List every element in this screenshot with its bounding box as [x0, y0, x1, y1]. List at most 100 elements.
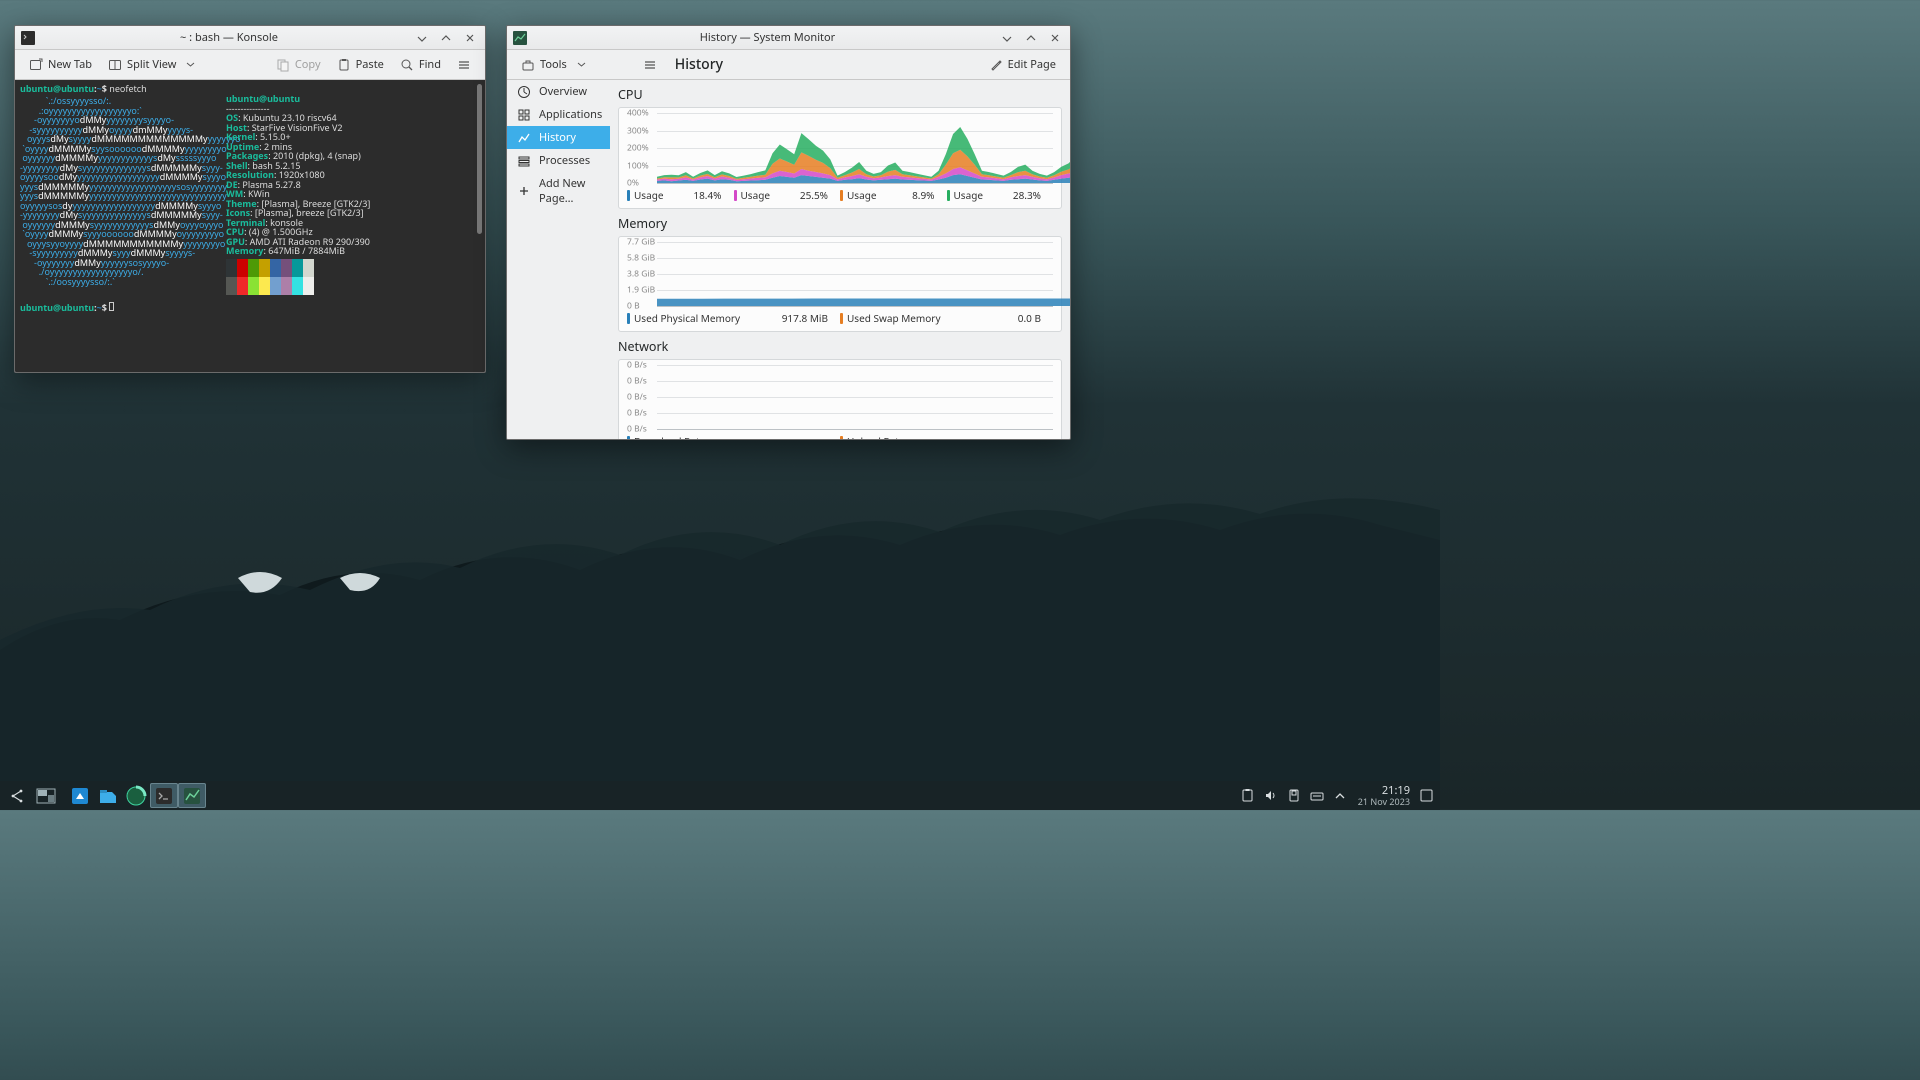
split-view-label: Split View: [127, 57, 176, 72]
hamburger-menu-button[interactable]: [637, 55, 663, 75]
memory-legend: Used Physical Memory917.8 MiBUsed Swap M…: [627, 311, 1053, 325]
konsole-titlebar[interactable]: ~ : bash — Konsole: [15, 26, 485, 50]
cursor: [109, 302, 114, 311]
sysmon-title-text: History — System Monitor: [533, 30, 1002, 45]
konsole-title-text: ~ : bash — Konsole: [41, 30, 417, 45]
sysmon-content[interactable]: CPU 400%300%200%100%0% Usage18.4%Usage25…: [610, 80, 1070, 439]
memory-section-title: Memory: [618, 215, 1062, 232]
minimize-button[interactable]: [1002, 33, 1016, 43]
history-icon: [517, 131, 531, 145]
legend-item: Used Physical Memory917.8 MiB: [627, 311, 840, 325]
tray-clipboard-icon[interactable]: [1240, 783, 1256, 808]
network-section-title: Network: [618, 338, 1062, 355]
tools-button[interactable]: Tools: [515, 54, 595, 75]
konsole-app-icon: [21, 31, 35, 45]
show-desktop-button[interactable]: [1416, 783, 1436, 808]
tray-volume-icon[interactable]: [1263, 783, 1279, 808]
terminal-area[interactable]: ubuntu@ubuntu:~$ neofetch `.:/ossyyyysso…: [15, 80, 485, 372]
new-tab-icon: [29, 58, 43, 72]
sidebar-item-processes[interactable]: Processes: [507, 149, 610, 172]
hamburger-icon: [457, 58, 471, 72]
paste-button[interactable]: Paste: [331, 54, 390, 75]
legend-item: Download Rate: [627, 434, 840, 439]
paste-icon: [337, 58, 351, 72]
hamburger-icon: [643, 58, 657, 72]
sidebar-item-label: Processes: [539, 153, 590, 168]
close-button[interactable]: [465, 33, 479, 43]
task-konsole[interactable]: [150, 783, 178, 808]
sidebar-item-label: Applications: [539, 107, 602, 122]
chevron-down-icon: [183, 58, 197, 72]
paste-label: Paste: [356, 57, 384, 72]
search-icon: [400, 58, 414, 72]
neofetch-logo: `.:/ossyyyysso/:. .:oyyyyyyyyyyyyyyyyyyo…: [20, 96, 215, 286]
memory-card: 7.7 GiB5.8 GiB3.8 GiB1.9 GiB0 B Used Phy…: [618, 236, 1062, 332]
overview-icon: [517, 85, 531, 99]
find-button[interactable]: Find: [394, 54, 447, 75]
tray-keyboard-icon[interactable]: [1309, 783, 1325, 808]
hamburger-menu-button[interactable]: [451, 55, 477, 75]
app-launcher-button[interactable]: [4, 783, 32, 808]
konsole-window: ~ : bash — Konsole New Tab Split View Co…: [14, 25, 486, 373]
network-chart: 0 B/s0 B/s0 B/s0 B/s0 B/s: [627, 365, 1053, 429]
task-browser[interactable]: [122, 783, 150, 808]
copy-label: Copy: [295, 57, 321, 72]
page-title: History: [667, 55, 723, 74]
sysmon-window: History — System Monitor Tools History E…: [506, 25, 1071, 440]
tray-chevron-up-icon[interactable]: [1332, 783, 1348, 808]
prompt-user-2: ubuntu@ubuntu: [20, 301, 94, 314]
close-button[interactable]: [1050, 33, 1064, 43]
konsole-toolbar: New Tab Split View Copy Paste Find: [15, 50, 485, 80]
applications-icon: [517, 108, 531, 122]
task-dolphin[interactable]: [94, 783, 122, 808]
system-tray: [1236, 783, 1352, 808]
cpu-chart: 400%300%200%100%0%: [627, 113, 1053, 183]
copy-button: Copy: [270, 54, 327, 75]
terminal-scrollbar[interactable]: [477, 84, 482, 234]
sysmon-titlebar[interactable]: History — System Monitor: [507, 26, 1070, 50]
split-view-button[interactable]: Split View: [102, 54, 203, 75]
cpu-card: 400%300%200%100%0% Usage18.4%Usage25.5%U…: [618, 107, 1062, 209]
prompt-symbol-2: $: [102, 301, 107, 314]
copy-icon: [276, 58, 290, 72]
prompt-command: neofetch: [109, 82, 146, 95]
task-manager-pager[interactable]: [32, 783, 60, 808]
neofetch-info: ubuntu@ubuntu --------------- OS: Kubunt…: [226, 94, 370, 295]
pencil-icon: [989, 58, 1003, 72]
clock-time: 21:19: [1358, 785, 1410, 796]
memory-chart: 7.7 GiB5.8 GiB3.8 GiB1.9 GiB0 B: [627, 242, 1053, 306]
legend-item: Usage28.3%: [947, 188, 1054, 202]
tools-label: Tools: [540, 57, 567, 72]
edit-page-label: Edit Page: [1008, 57, 1056, 72]
sidebar-item-history[interactable]: History: [507, 126, 610, 149]
sidebar-item-label: Overview: [539, 84, 587, 99]
taskbar: 21:19 21 Nov 2023: [0, 781, 1440, 810]
cpu-section-title: CPU: [618, 86, 1062, 103]
network-card: 0 B/s0 B/s0 B/s0 B/s0 B/s Download RateU…: [618, 359, 1062, 439]
new-tab-button[interactable]: New Tab: [23, 54, 98, 75]
task-system-monitor[interactable]: [178, 783, 206, 808]
legend-item: Usage25.5%: [734, 188, 841, 202]
task-discover[interactable]: [66, 783, 94, 808]
edit-page-button[interactable]: Edit Page: [983, 54, 1062, 75]
sysmon-app-icon: [513, 31, 527, 45]
processes-icon: [517, 154, 531, 168]
legend-item: Upload Rate: [840, 434, 1053, 439]
find-label: Find: [419, 57, 441, 72]
sidebar-item-label: History: [539, 130, 576, 145]
sysmon-toolbar: Tools History Edit Page: [507, 50, 1070, 80]
maximize-button[interactable]: [441, 33, 455, 43]
sidebar-item-applications[interactable]: Applications: [507, 103, 610, 126]
split-view-icon: [108, 58, 122, 72]
addnew-icon: [517, 184, 531, 198]
network-legend: Download RateUpload Rate: [627, 434, 1053, 439]
sidebar-item-label: Add New Page…: [539, 176, 600, 206]
sidebar-item-overview[interactable]: Overview: [507, 80, 610, 103]
color-swatches-dark: [226, 259, 370, 277]
maximize-button[interactable]: [1026, 33, 1040, 43]
sysmon-sidebar: Overview Applications History Processes Add …: [507, 80, 610, 439]
minimize-button[interactable]: [417, 33, 431, 43]
sidebar-item-addnew[interactable]: Add New Page…: [507, 172, 610, 210]
clock[interactable]: 21:19 21 Nov 2023: [1358, 785, 1410, 807]
tray-disk-icon[interactable]: [1286, 783, 1302, 808]
